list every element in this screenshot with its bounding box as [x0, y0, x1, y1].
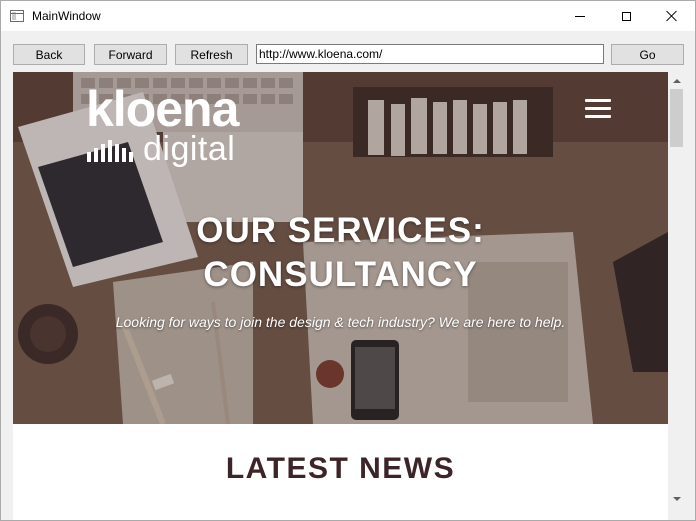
chevron-down-icon: [672, 496, 681, 501]
hero-heading-line2: CONSULTANCY: [203, 255, 478, 294]
close-button[interactable]: [649, 1, 695, 31]
logo-bars-icon: [87, 140, 133, 162]
logo-subword: digital: [143, 130, 236, 168]
scroll-down-button[interactable]: [668, 490, 685, 507]
main-window: MainWindow Back Forward Refresh http://w…: [0, 0, 696, 521]
maximize-button[interactable]: [603, 1, 649, 31]
maximize-icon: [621, 11, 631, 21]
window-app-icon: [10, 10, 24, 22]
chevron-up-icon: [672, 78, 681, 83]
scrollbar-thumb[interactable]: [670, 89, 683, 147]
hero-banner: kloena digital OUR SERVICES: CONSULTANCY…: [13, 72, 668, 424]
vertical-scrollbar[interactable]: [668, 72, 685, 520]
close-icon: [666, 10, 678, 22]
minimize-icon: [575, 15, 585, 17]
hero-subtitle: Looking for ways to join the design & te…: [115, 314, 566, 330]
refresh-button[interactable]: Refresh: [175, 44, 248, 65]
url-input[interactable]: http://www.kloena.com/: [256, 44, 604, 64]
window-title: MainWindow: [32, 9, 101, 23]
hero-heading-line1: OUR SERVICES:: [196, 211, 485, 250]
go-button[interactable]: Go: [611, 44, 684, 65]
hero-heading: OUR SERVICES: CONSULTANCY: [13, 209, 668, 297]
kloena-logo[interactable]: kloena digital: [86, 81, 266, 168]
minimize-button[interactable]: [557, 1, 603, 31]
web-view[interactable]: kloena digital OUR SERVICES: CONSULTANCY…: [13, 72, 668, 520]
back-button[interactable]: Back: [13, 44, 85, 65]
scroll-up-button[interactable]: [668, 72, 685, 89]
latest-news-heading: LATEST NEWS: [225, 452, 456, 485]
forward-button[interactable]: Forward: [94, 44, 167, 65]
hamburger-menu-icon[interactable]: [585, 99, 611, 119]
